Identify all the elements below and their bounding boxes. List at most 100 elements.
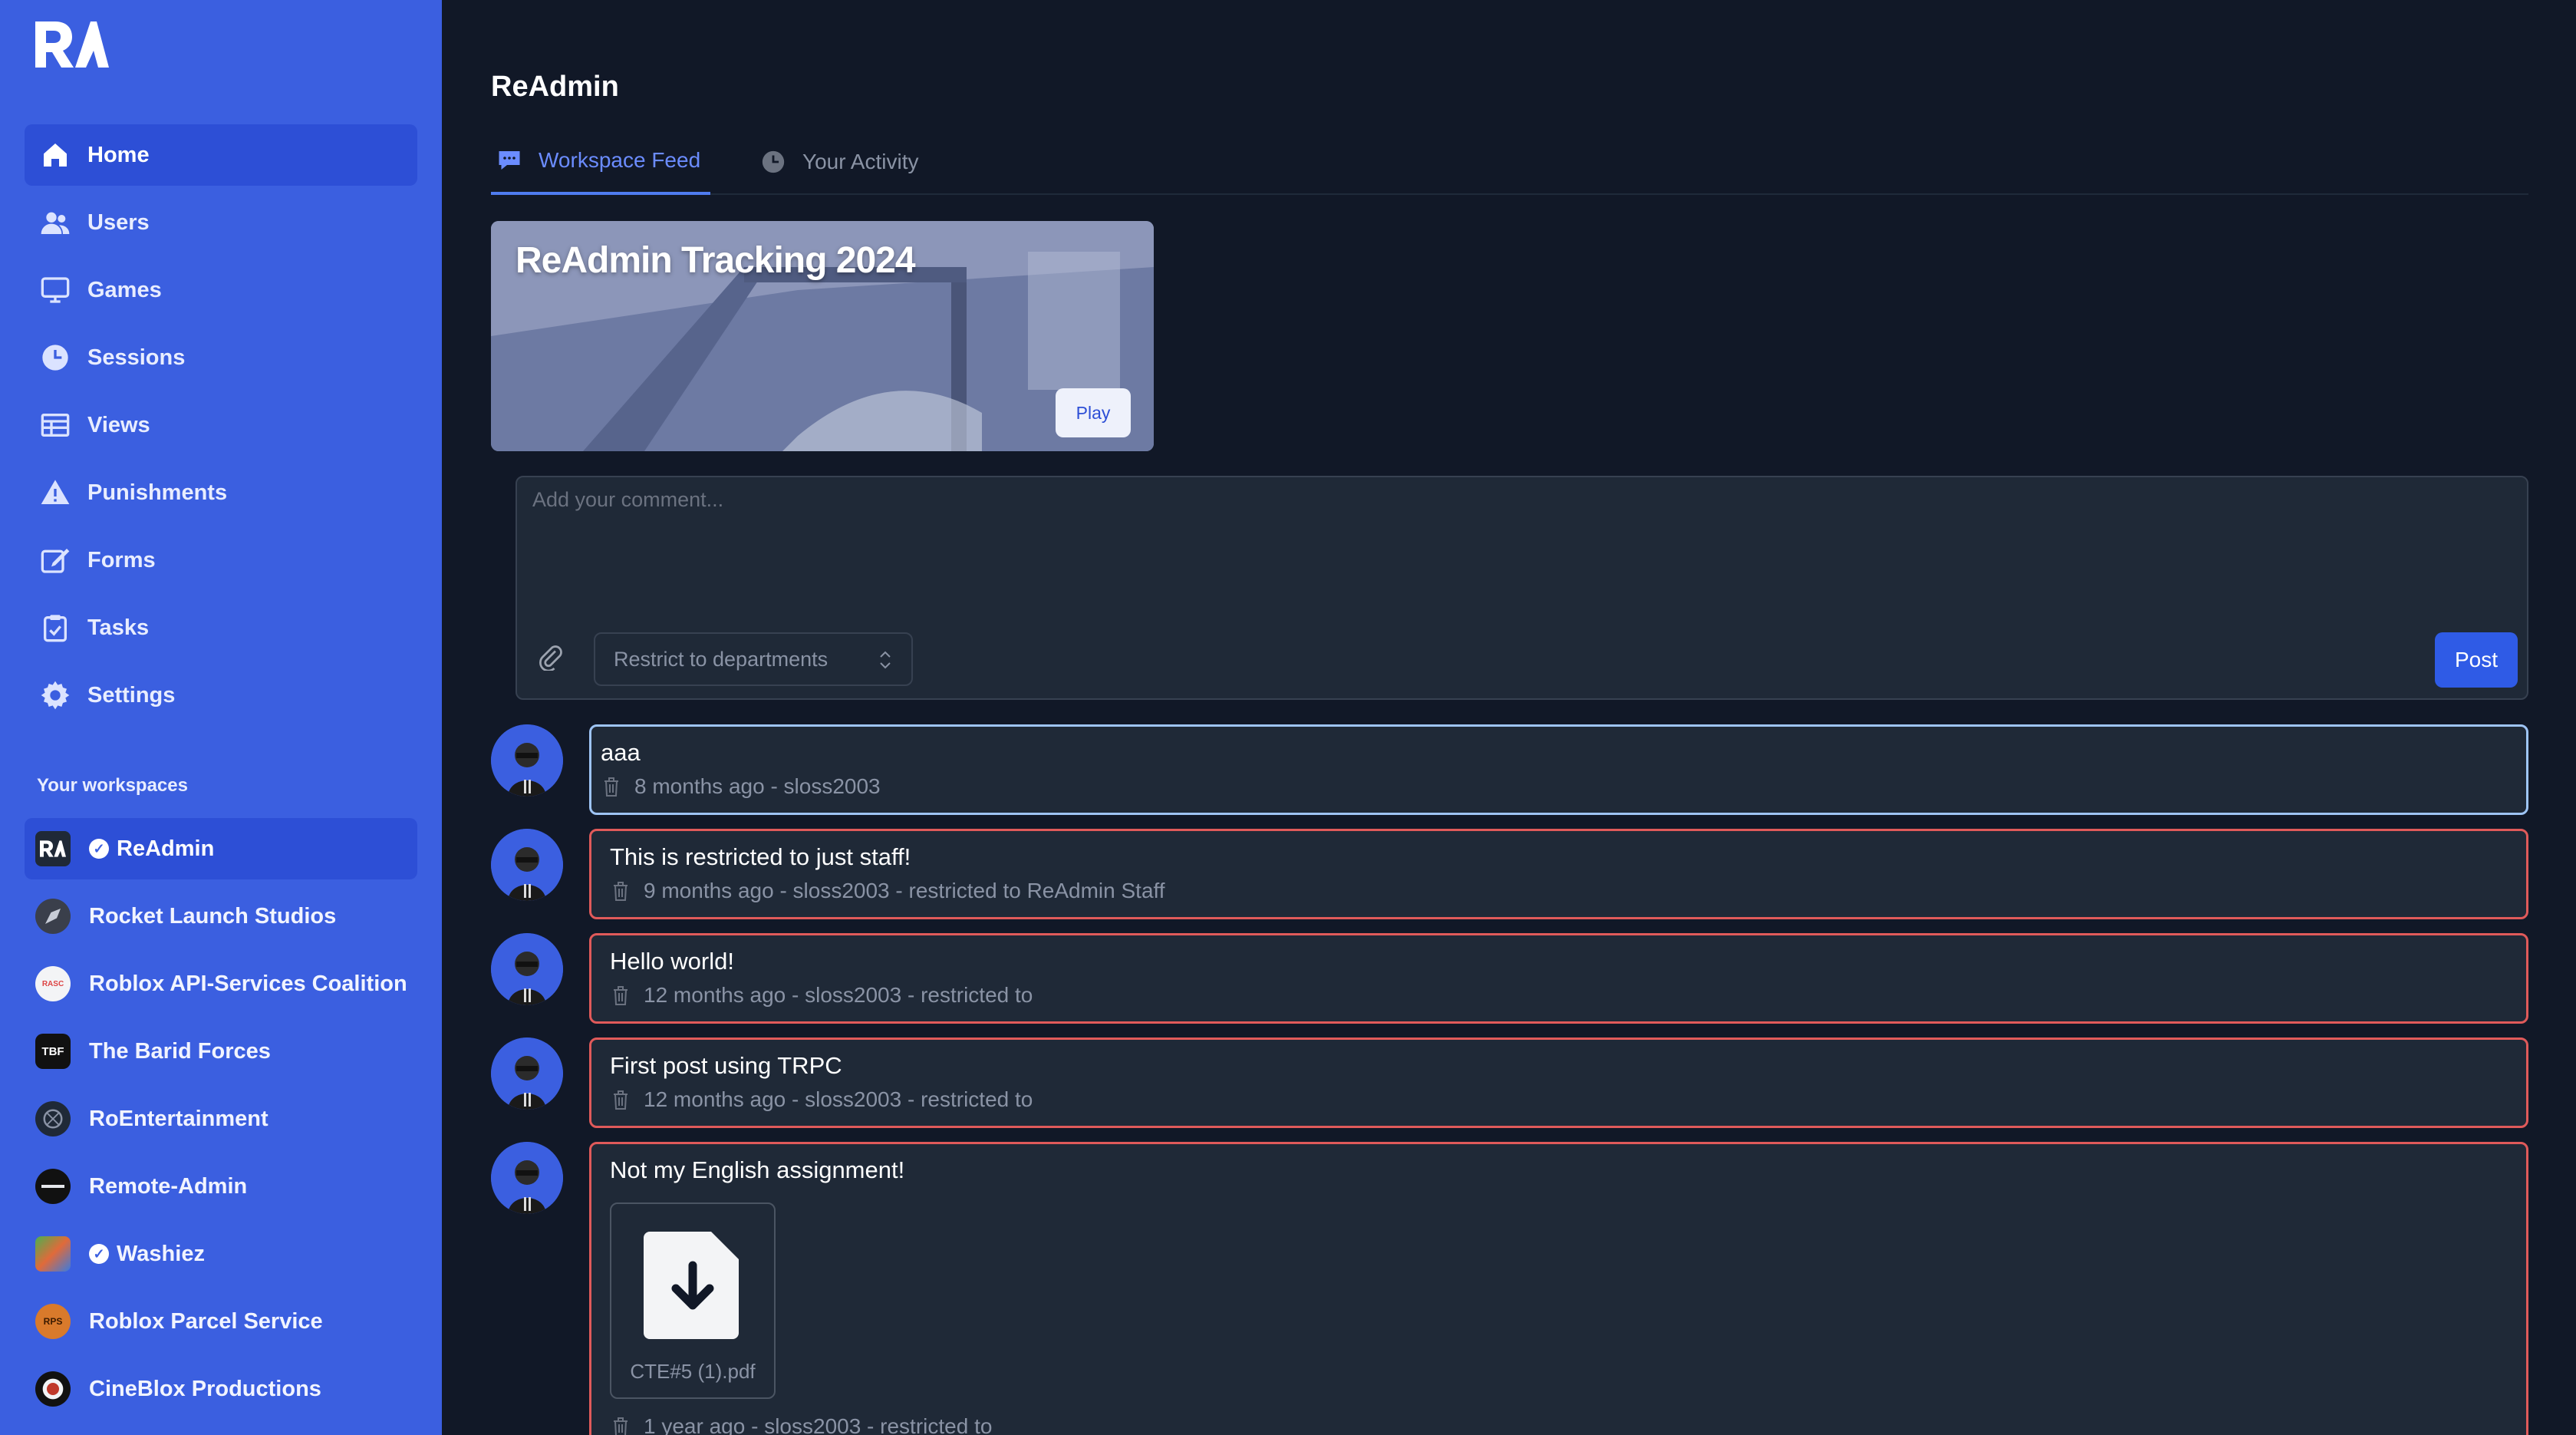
play-button[interactable]: Play	[1056, 388, 1131, 437]
post-meta: 12 months ago - sloss2003 - restricted t…	[610, 1087, 2508, 1112]
readmin-logo[interactable]	[35, 18, 109, 71]
sidebar-item-label: Games	[87, 277, 162, 302]
workspace-avatar	[35, 1101, 71, 1136]
trash-icon[interactable]	[610, 879, 631, 902]
table-icon	[38, 408, 72, 442]
workspace-name: ReAdmin	[117, 836, 215, 861]
sidebar-item-label: Sessions	[87, 345, 186, 370]
users-icon	[38, 206, 72, 239]
sidebar-item-punishments[interactable]: Punishments	[25, 462, 417, 523]
main-nav: Home Users Games Sessions Views Punishme…	[25, 124, 417, 732]
warning-icon	[38, 476, 72, 510]
tab-your-activity[interactable]: Your Activity	[758, 129, 918, 195]
tab-label: Your Activity	[802, 150, 919, 173]
workspace-avatar: RPS	[35, 1304, 71, 1339]
workspace-item-roblox-parcel-service[interactable]: RPS Roblox Parcel Service	[25, 1291, 417, 1352]
post-content: This is restricted to just staff!	[610, 843, 911, 870]
sidebar: Home Users Games Sessions Views Punishme…	[0, 0, 442, 1435]
post-card: Not my English assignment! CTE#5 (1).pdf…	[589, 1142, 2528, 1435]
sidebar-item-label: Settings	[87, 682, 176, 708]
verified-icon: ✓	[89, 1244, 109, 1264]
workspace-avatar	[35, 1169, 71, 1204]
sidebar-item-sessions[interactable]: Sessions	[25, 327, 417, 388]
comment-composer: Restrict to departments Post	[516, 476, 2528, 700]
tab-workspace-feed[interactable]: Workspace Feed	[491, 129, 710, 195]
post-meta-text: 1 year ago - sloss2003 - restricted to	[644, 1414, 993, 1435]
tab-bar: Workspace Feed Your Activity	[491, 129, 2528, 195]
post-meta: 9 months ago - sloss2003 - restricted to…	[610, 879, 2508, 903]
workspace-item-roblox-api-services-coalition[interactable]: RASC Roblox API-Services Coalition	[25, 953, 417, 1014]
clock-icon	[38, 341, 72, 374]
post-meta-text: 12 months ago - sloss2003 - restricted t…	[644, 1087, 1033, 1111]
sidebar-item-settings[interactable]: Settings	[25, 665, 417, 726]
restrict-departments-select[interactable]: Restrict to departments	[594, 632, 913, 686]
workspace-avatar	[35, 1236, 71, 1272]
workspace-item-remote-admin[interactable]: Remote-Admin	[25, 1156, 417, 1217]
post-content: Not my English assignment!	[610, 1156, 905, 1183]
post-content: First post using TRPC	[610, 1052, 842, 1079]
trash-icon[interactable]	[610, 1088, 631, 1111]
post-meta: 12 months ago - sloss2003 - restricted t…	[610, 983, 2508, 1008]
clock-icon	[758, 147, 789, 177]
trash-icon[interactable]	[601, 775, 622, 798]
avatar[interactable]	[491, 724, 563, 797]
verified-icon: ✓	[89, 839, 109, 859]
home-icon	[38, 138, 72, 172]
sidebar-item-users[interactable]: Users	[25, 192, 417, 253]
workspace-item-roentertainment[interactable]: RoEntertainment	[25, 1088, 417, 1150]
trash-icon[interactable]	[610, 984, 631, 1007]
sidebar-item-views[interactable]: Views	[25, 394, 417, 456]
avatar[interactable]	[491, 1037, 563, 1110]
avatar[interactable]	[491, 1142, 563, 1214]
workspace-name: Rocket Launch Studios	[89, 903, 337, 929]
attachment-card[interactable]: CTE#5 (1).pdf	[610, 1202, 776, 1399]
sidebar-item-home[interactable]: Home	[25, 124, 417, 186]
sidebar-item-tasks[interactable]: Tasks	[25, 597, 417, 658]
file-download-icon	[642, 1227, 743, 1346]
sidebar-item-label: Tasks	[87, 615, 150, 640]
avatar[interactable]	[491, 933, 563, 1005]
sidebar-item-games[interactable]: Games	[25, 259, 417, 321]
workspace-name: Roblox Parcel Service	[89, 1308, 323, 1334]
workspaces-heading: Your workspaces	[37, 775, 188, 796]
workspace-item-rocket-launch-studios[interactable]: Rocket Launch Studios	[25, 886, 417, 947]
clipboard-check-icon	[38, 611, 72, 645]
post-card: First post using TRPC 12 months ago - sl…	[589, 1037, 2528, 1128]
post-button[interactable]: Post	[2435, 632, 2518, 688]
post-meta: 8 months ago - sloss2003	[601, 774, 2508, 799]
workspace-avatar	[35, 899, 71, 934]
chevron-up-down-icon	[876, 648, 894, 678]
game-banner: ReAdmin Tracking 2024 Play	[491, 221, 1154, 451]
post-card: This is restricted to just staff! 9 mont…	[589, 829, 2528, 919]
workspace-name: Washiez	[117, 1241, 205, 1266]
post-meta: 1 year ago - sloss2003 - restricted to	[610, 1414, 2508, 1435]
app-window: Home Users Games Sessions Views Punishme…	[0, 0, 2576, 1435]
attachment-filename: CTE#5 (1).pdf	[630, 1360, 756, 1383]
page-title: ReAdmin	[491, 71, 619, 103]
paperclip-icon[interactable]	[534, 640, 568, 674]
sidebar-item-label: Views	[87, 412, 150, 437]
workspace-list: ✓ ReAdmin Rocket Launch Studios RASC Rob…	[25, 818, 417, 1426]
workspace-avatar: TBF	[35, 1034, 71, 1069]
avatar[interactable]	[491, 829, 563, 901]
workspace-name: Remote-Admin	[89, 1173, 248, 1199]
sidebar-item-label: Forms	[87, 547, 156, 572]
workspace-name: CineBlox Productions	[89, 1376, 321, 1401]
sidebar-item-label: Users	[87, 209, 150, 235]
workspace-name: Roblox API-Services Coalition	[89, 971, 407, 996]
main-content: ReAdmin Workspace Feed Your Activity ReA…	[442, 0, 2576, 1435]
post-meta-text: 8 months ago - sloss2003	[634, 774, 881, 798]
workspace-item-washiez[interactable]: ✓ Washiez	[25, 1223, 417, 1285]
workspace-item-the-barid-forces[interactable]: TBF The Barid Forces	[25, 1021, 417, 1082]
sidebar-item-forms[interactable]: Forms	[25, 529, 417, 591]
comment-input[interactable]	[532, 488, 2512, 611]
workspace-avatar	[35, 1371, 71, 1407]
workspace-item-readmin[interactable]: ✓ ReAdmin	[25, 818, 417, 879]
workspace-item-cineblox-productions[interactable]: CineBlox Productions	[25, 1358, 417, 1420]
post-meta-text: 9 months ago - sloss2003 - restricted to…	[644, 879, 1165, 902]
banner-title: ReAdmin Tracking 2024	[516, 240, 916, 281]
gear-icon	[38, 678, 72, 712]
chat-bubble-icon	[494, 145, 525, 176]
workspace-avatar: RASC	[35, 966, 71, 1001]
trash-icon[interactable]	[610, 1415, 631, 1435]
